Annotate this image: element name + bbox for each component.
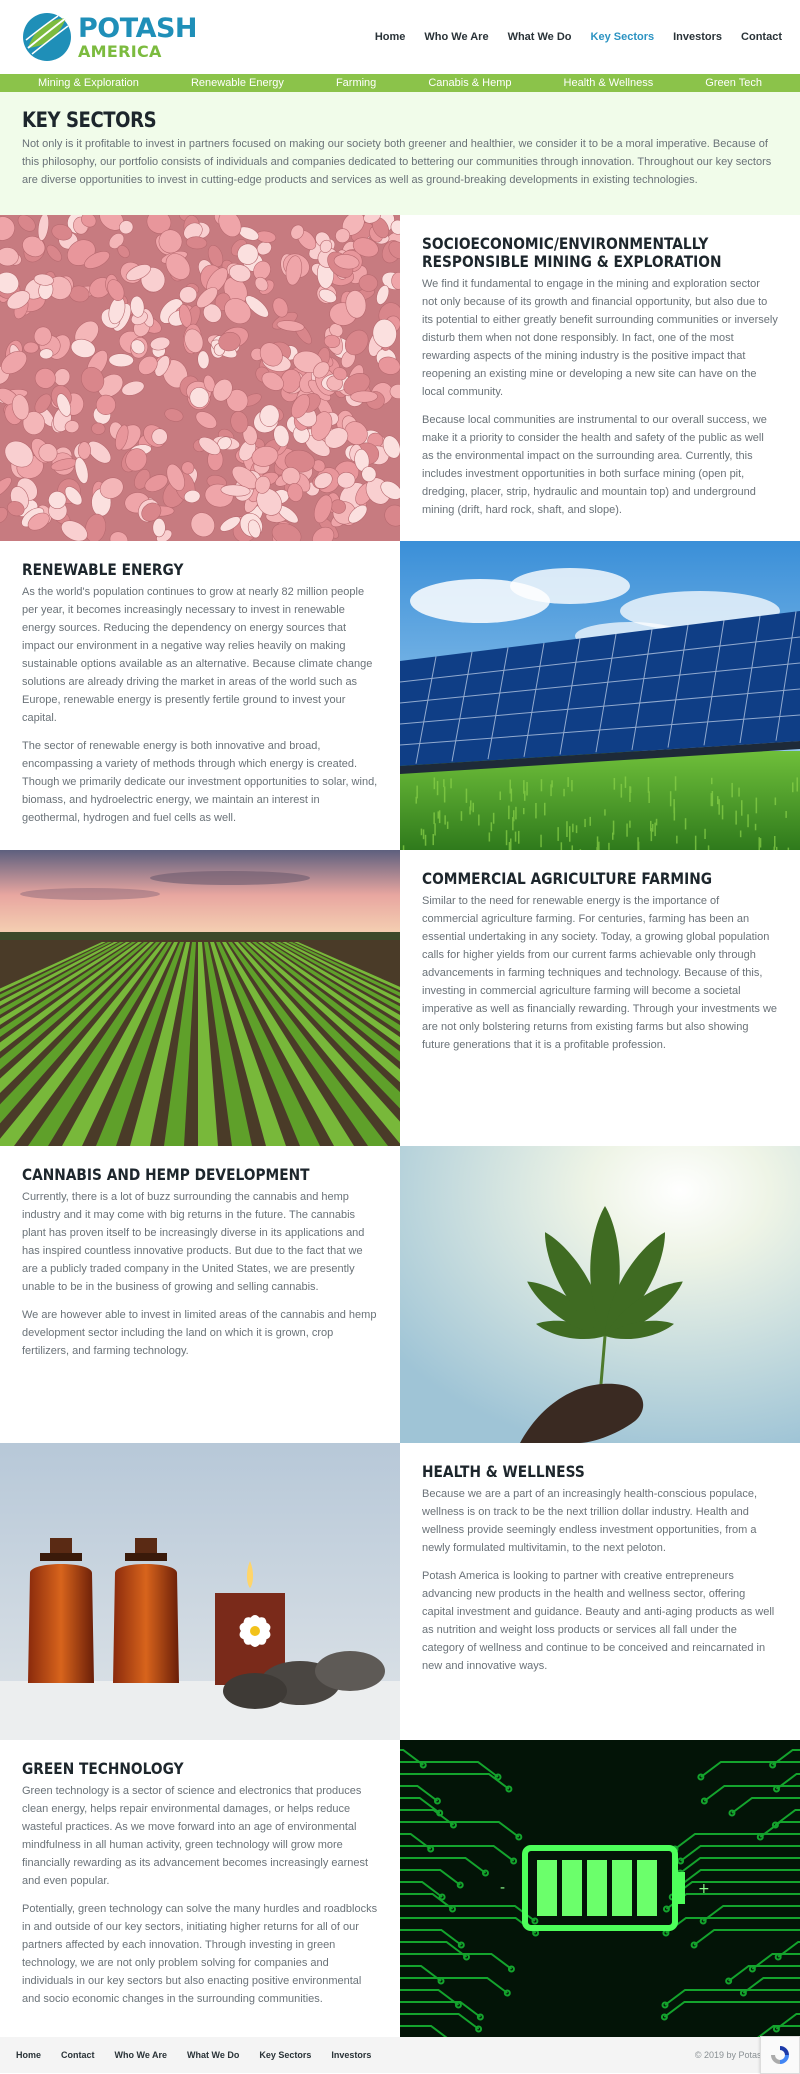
logo[interactable]: POTASH AMERICA: [22, 12, 197, 62]
cannabis-paragraph-1: Currently, there is a lot of buzz surrou…: [22, 1188, 378, 1296]
farming-image: [0, 850, 400, 1146]
pink-gravel-image: [0, 215, 400, 541]
mining-paragraph-2: Because local communities are instrument…: [422, 411, 778, 519]
circuit-battery-image: - +: [400, 1740, 800, 2037]
footer-link-home[interactable]: Home: [16, 2050, 41, 2060]
cannabis-title: CANNABIS AND HEMP DEVELOPMENT: [22, 1166, 377, 1184]
renewable-title: RENEWABLE ENERGY: [22, 561, 377, 579]
footer-link-key-sectors[interactable]: Key Sectors: [259, 2050, 311, 2060]
tab-mining-exploration[interactable]: Mining & Exploration: [38, 77, 139, 89]
footer-link-who-we-are[interactable]: Who We Are: [115, 2050, 168, 2060]
cannabis-text: CANNABIS AND HEMP DEVELOPMENT Currently,…: [0, 1146, 400, 1443]
cannabis-paragraph-2: We are however able to invest in limited…: [22, 1306, 378, 1360]
site-footer: Home Contact Who We Are What We Do Key S…: [0, 2037, 800, 2073]
nav-contact[interactable]: Contact: [741, 31, 782, 43]
health-text: HEALTH & WELLNESS Because we are a part …: [400, 1443, 800, 1740]
svg-text:+: +: [698, 1881, 710, 1897]
health-title: HEALTH & WELLNESS: [422, 1463, 777, 1481]
footer-link-investors[interactable]: Investors: [331, 2050, 371, 2060]
renewable-paragraph-2: The sector of renewable energy is both i…: [22, 737, 378, 827]
nav-key-sectors[interactable]: Key Sectors: [591, 31, 655, 43]
greentech-text: GREEN TECHNOLOGY Green technology is a s…: [0, 1740, 400, 2037]
greentech-paragraph-1: Green technology is a sector of science …: [22, 1782, 378, 1890]
leaf-logo-icon: [22, 12, 72, 62]
brand-subtitle: AMERICA: [78, 44, 197, 60]
health-section: HEALTH & WELLNESS Because we are a part …: [0, 1443, 800, 1740]
health-paragraph-2: Potash America is looking to partner wit…: [422, 1567, 778, 1675]
renewable-paragraph-1: As the world's population continues to g…: [22, 583, 378, 727]
renewable-section: RENEWABLE ENERGY As the world's populati…: [0, 541, 800, 850]
renewable-image: [400, 541, 800, 850]
hemp-leaf-image: [400, 1146, 800, 1443]
farming-title: COMMERCIAL AGRICULTURE FARMING: [422, 870, 777, 888]
mining-title: SOCIOECONOMIC/ENVIRONMENTALLY RESPONSIBL…: [422, 235, 777, 271]
intro-section: KEY SECTORS Not only is it profitable to…: [0, 92, 800, 215]
footer-link-contact[interactable]: Contact: [61, 2050, 95, 2060]
footer-nav: Home Contact Who We Are What We Do Key S…: [16, 2050, 371, 2060]
brand-name: POTASH: [78, 15, 197, 42]
greentech-title: GREEN TECHNOLOGY: [22, 1760, 377, 1778]
footer-link-what-we-do[interactable]: What We Do: [187, 2050, 239, 2060]
recaptcha-badge[interactable]: [760, 2036, 800, 2074]
greentech-paragraph-2: Potentially, green technology can solve …: [22, 1900, 378, 2008]
farming-text: COMMERCIAL AGRICULTURE FARMING Similar t…: [400, 850, 800, 1146]
nav-home[interactable]: Home: [375, 31, 406, 43]
page-title: KEY SECTORS: [22, 108, 672, 132]
nav-what-we-do[interactable]: What We Do: [508, 31, 572, 43]
farming-paragraph-1: Similar to the need for renewable energy…: [422, 892, 778, 1054]
svg-text:-: -: [500, 1880, 505, 1896]
mining-paragraph-1: We find it fundamental to engage in the …: [422, 275, 778, 401]
health-paragraph-1: Because we are a part of an increasingly…: [422, 1485, 778, 1557]
renewable-text: RENEWABLE ENERGY As the world's populati…: [0, 541, 400, 850]
farming-section: COMMERCIAL AGRICULTURE FARMING Similar t…: [0, 850, 800, 1146]
cannabis-section: CANNABIS AND HEMP DEVELOPMENT Currently,…: [0, 1146, 800, 1443]
recaptcha-icon: [768, 2043, 792, 2067]
tab-green-tech[interactable]: Green Tech: [705, 77, 762, 89]
tab-health-wellness[interactable]: Health & Wellness: [564, 77, 654, 89]
solar-panels-image: [400, 541, 800, 850]
main-nav: Home Who We Are What We Do Key Sectors I…: [375, 31, 782, 43]
nav-who-we-are[interactable]: Who We Are: [424, 31, 488, 43]
tab-renewable-energy[interactable]: Renewable Energy: [191, 77, 284, 89]
sector-tabs: Mining & Exploration Renewable Energy Fa…: [0, 74, 800, 92]
intro-text: Not only is it profitable to invest in p…: [22, 135, 778, 189]
site-header: POTASH AMERICA Home Who We Are What We D…: [0, 0, 800, 74]
crop-rows-image: [0, 850, 400, 1146]
tab-farming[interactable]: Farming: [336, 77, 376, 89]
nav-investors[interactable]: Investors: [673, 31, 722, 43]
cannabis-image: [400, 1146, 800, 1443]
mining-image: [0, 215, 400, 541]
mining-section: SOCIOECONOMIC/ENVIRONMENTALLY RESPONSIBL…: [0, 215, 800, 541]
mining-text: SOCIOECONOMIC/ENVIRONMENTALLY RESPONSIBL…: [400, 215, 800, 541]
greentech-section: GREEN TECHNOLOGY Green technology is a s…: [0, 1740, 800, 2037]
tab-canabis-hemp[interactable]: Canabis & Hemp: [428, 77, 511, 89]
oil-bottles-image: [0, 1443, 400, 1740]
greentech-image: - +: [400, 1740, 800, 2037]
health-image: [0, 1443, 400, 1740]
